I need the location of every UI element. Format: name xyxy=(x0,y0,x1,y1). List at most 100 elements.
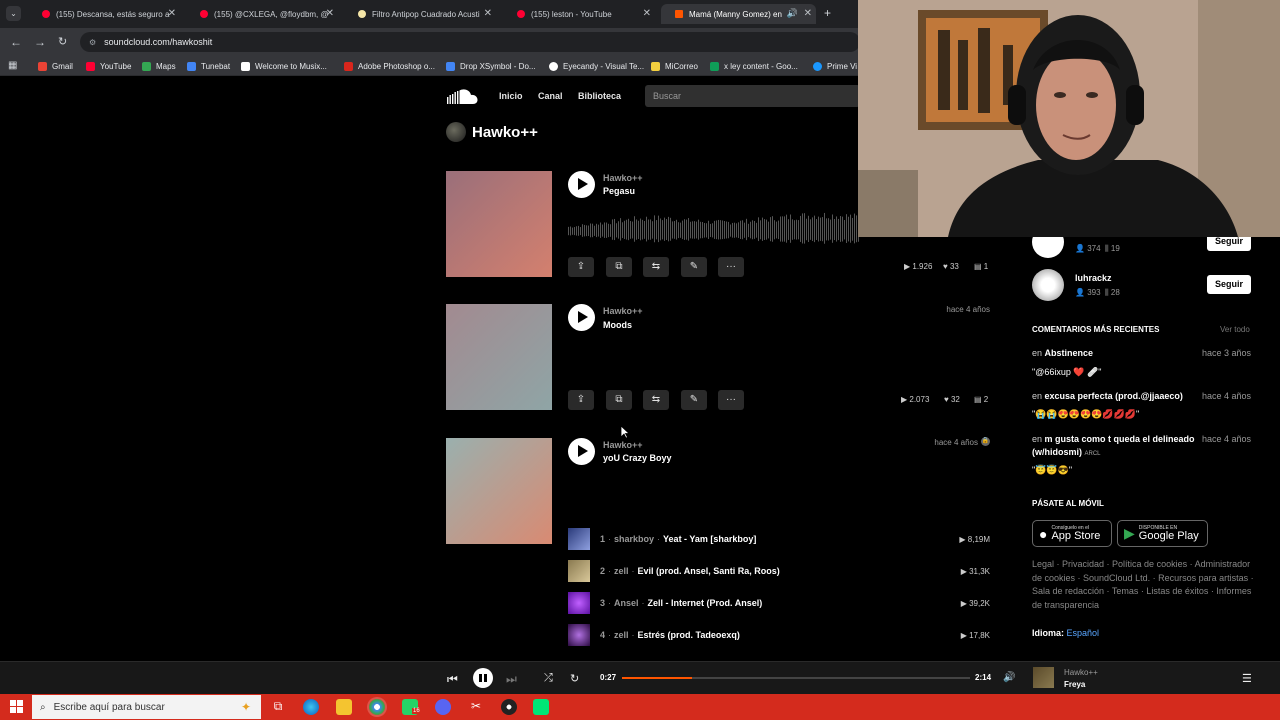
close-tab-icon[interactable]: ✕ xyxy=(804,8,812,19)
nav-inicio[interactable]: Inicio xyxy=(499,91,523,101)
queue-icon[interactable]: ☰ xyxy=(1242,672,1252,685)
comment-track-link[interactable]: excusa perfecta (prod.@jjaaeco) xyxy=(1045,391,1183,401)
progress-bar[interactable] xyxy=(622,677,970,679)
close-tab-icon[interactable]: ✕ xyxy=(643,8,651,19)
more-button[interactable]: ··· xyxy=(718,390,744,410)
track-artwork[interactable] xyxy=(446,171,552,277)
track-artist[interactable]: sharkboy xyxy=(614,534,654,544)
more-button[interactable]: ··· xyxy=(718,257,744,277)
tab-search-icon[interactable]: ⌄ xyxy=(6,6,21,21)
playlist-track-row[interactable]: 4 · zell · Estrés (prod. Tadeoexq) ▶ 17,8K xyxy=(568,624,992,646)
copy-link-button[interactable]: ⧉ xyxy=(606,257,632,277)
edit-button[interactable]: ✎ xyxy=(681,390,707,410)
nav-canal[interactable]: Canal xyxy=(538,91,563,101)
bookmark-drop-xsymbol[interactable]: Drop XSymbol - Do... xyxy=(446,60,536,72)
track-title[interactable]: Pegasu xyxy=(603,186,635,196)
reload-icon[interactable]: ↻ xyxy=(58,35,67,48)
site-info-icon[interactable]: ⚙ xyxy=(89,38,96,47)
windows-start-icon[interactable] xyxy=(10,700,23,713)
likes-count[interactable]: ♥ 32 xyxy=(944,395,960,404)
app-store-button[interactable]: ● Consíguelo en el App Store xyxy=(1032,520,1112,547)
taskbar-search-input[interactable]: ⌕ Escribe aquí para buscar ✦ xyxy=(32,695,261,719)
bookmark-youtube[interactable]: YouTube xyxy=(86,60,131,72)
track-artist[interactable]: Ansel xyxy=(614,598,639,608)
track-title[interactable]: Yeat - Yam [sharkboy] xyxy=(663,534,756,544)
pause-button[interactable] xyxy=(473,668,493,688)
playlist-track-row[interactable]: 3 · Ansel · Zell - Internet (Prod. Ansel) … xyxy=(568,592,992,614)
track-artist[interactable]: Hawko++ xyxy=(603,173,643,183)
user-name[interactable]: luhrackz xyxy=(1075,273,1112,283)
browser-tab-active[interactable]: Mamá (Manny Gomez) en 🔊 ✕ xyxy=(661,4,816,24)
track-artist[interactable]: zell xyxy=(614,566,629,576)
repeat-icon[interactable]: ↻ xyxy=(570,672,579,685)
bookmark-photoshop[interactable]: Adobe Photoshop o... xyxy=(344,60,435,72)
comments-count[interactable]: ▤ 2 xyxy=(974,395,988,404)
back-arrow-icon[interactable]: ← xyxy=(10,35,22,49)
bookmark-maps[interactable]: Maps xyxy=(142,60,176,72)
soundcloud-logo-icon[interactable] xyxy=(446,86,478,106)
kick-icon[interactable] xyxy=(533,699,549,715)
track-title[interactable]: Zell - Internet (Prod. Ansel) xyxy=(648,598,763,608)
user-avatar[interactable] xyxy=(1032,269,1064,301)
comments-count[interactable]: ▤ 1 xyxy=(974,262,988,271)
play-button[interactable] xyxy=(568,304,595,331)
playlist-artwork[interactable] xyxy=(446,438,552,544)
bookmark-ley-content[interactable]: x ley content - Goo... xyxy=(710,60,798,72)
playlist-track-row[interactable]: 1 · sharkboy · Yeat - Yam [sharkboy] ▶ 8,1… xyxy=(568,528,992,550)
browser-tab[interactable]: Filtro Antipop Cuadrado Acusti ✕ xyxy=(344,4,496,24)
playlist-title[interactable]: yoU Crazy Boyy xyxy=(603,453,672,463)
chrome-icon[interactable] xyxy=(369,699,385,715)
track-artwork[interactable] xyxy=(446,304,552,410)
previous-track-icon[interactable]: ⏮ xyxy=(447,672,458,687)
volume-icon[interactable]: 🔊 xyxy=(1003,672,1015,683)
repost-button[interactable]: ⇆ xyxy=(643,257,669,277)
edge-icon[interactable] xyxy=(303,699,319,715)
browser-tab[interactable]: (155) @CXLEGA, @floydbm, @ ✕ xyxy=(186,4,338,24)
edit-button[interactable]: ✎ xyxy=(681,257,707,277)
playlist-track-row[interactable]: 2 · zell · Evil (prod. Ansel, Santi Ra, Ro… xyxy=(568,560,992,582)
browser-tab[interactable]: (155) leston - YouTube ✕ xyxy=(503,4,655,24)
profile-avatar[interactable] xyxy=(446,122,466,142)
play-button[interactable] xyxy=(568,171,595,198)
next-track-icon[interactable]: ⏭ xyxy=(506,672,517,687)
likes-count[interactable]: ♥ 33 xyxy=(943,262,959,271)
profile-name[interactable]: Hawko++ xyxy=(472,124,538,141)
now-playing-artwork[interactable] xyxy=(1033,667,1054,688)
play-button[interactable] xyxy=(568,438,595,465)
repost-button[interactable]: ⇆ xyxy=(643,390,669,410)
url-input[interactable]: ⚙ soundcloud.com/hawkoshit xyxy=(80,32,860,52)
follow-button[interactable]: Seguir xyxy=(1207,275,1251,294)
see-all-link[interactable]: Ver todo xyxy=(1220,325,1250,334)
google-play-button[interactable]: ▶ DISPONIBLE EN Google Play xyxy=(1117,520,1208,547)
file-explorer-icon[interactable] xyxy=(336,699,352,715)
track-title[interactable]: Evil (prod. Ansel, Santi Ra, Roos) xyxy=(638,566,780,576)
bookmark-tunebat[interactable]: Tunebat xyxy=(187,60,230,72)
now-playing-title[interactable]: Freya xyxy=(1064,680,1085,689)
language-selector[interactable]: Idioma: Español xyxy=(1032,628,1099,638)
bookmark-musixmatch[interactable]: Welcome to Musix... xyxy=(241,60,327,72)
copy-link-button[interactable]: ⧉ xyxy=(606,390,632,410)
bookmark-gmail[interactable]: Gmail xyxy=(38,60,73,72)
browser-tab[interactable]: (155) Descansa, estás seguro a ✕ xyxy=(28,4,180,24)
task-view-icon[interactable]: ⧉ xyxy=(270,699,286,715)
close-tab-icon[interactable]: ✕ xyxy=(168,8,176,19)
track-artist[interactable]: Hawko++ xyxy=(603,306,643,316)
track-title[interactable]: Moods xyxy=(603,320,632,330)
search-input[interactable]: Buscar xyxy=(645,85,860,107)
bookmark-eyecandy[interactable]: Eyecandy - Visual Te... xyxy=(549,60,644,72)
bookmark-micorreo[interactable]: MiCorreo xyxy=(651,60,698,72)
comment-track-link[interactable]: m gusta como t queda el delineado (w/hid… xyxy=(1032,434,1195,457)
waveform[interactable] xyxy=(568,206,860,248)
share-button[interactable]: ⇪ xyxy=(568,257,594,277)
new-tab-button[interactable]: + xyxy=(824,6,831,20)
share-button[interactable]: ⇪ xyxy=(568,390,594,410)
obs-icon[interactable] xyxy=(501,699,517,715)
comment-track-link[interactable]: Abstinence xyxy=(1045,348,1094,358)
track-artist[interactable]: zell xyxy=(614,630,629,640)
close-tab-icon[interactable]: ✕ xyxy=(326,8,334,19)
footer-links[interactable]: Legal · Privacidad · Política de cookies… xyxy=(1032,558,1257,612)
close-tab-icon[interactable]: ✕ xyxy=(484,8,492,19)
bookmark-prime-video[interactable]: Prime Vi xyxy=(813,60,857,72)
discord-icon[interactable] xyxy=(435,699,451,715)
now-playing-artist[interactable]: Hawko++ xyxy=(1064,668,1098,677)
